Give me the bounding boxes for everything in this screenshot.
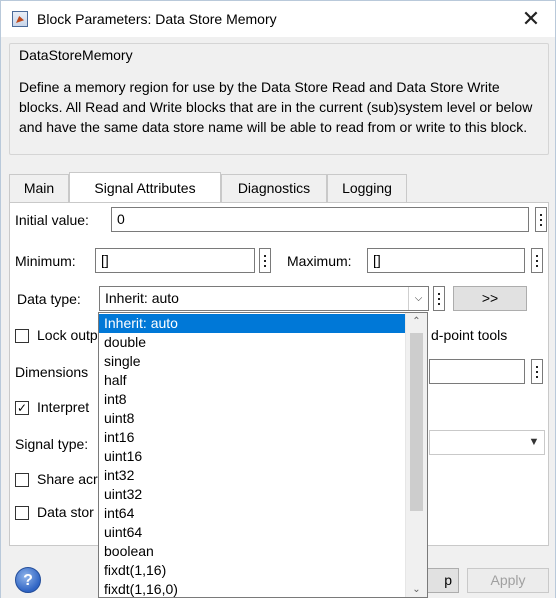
maximum-menu-icon[interactable] [531,248,543,273]
tab-main[interactable]: Main [9,174,69,202]
tab-diagnostics[interactable]: Diagnostics [221,174,327,202]
initial-value-field[interactable]: 0 [111,207,529,232]
maximum-field[interactable]: [] [367,248,525,273]
lock-output-checkbox[interactable] [15,329,29,343]
initial-value-label: Initial value: [15,212,89,228]
caret-down-icon[interactable]: ▼ [524,431,544,454]
option-uint32[interactable]: uint32 [99,485,405,504]
tab-signal-attributes[interactable]: Signal Attributes [69,172,221,202]
close-button[interactable]: ✕ [517,6,545,32]
data-type-select[interactable]: Inherit: auto ⌵ [99,286,429,311]
scroll-up-icon[interactable]: ⌃ [406,313,427,331]
block-type-title: DataStoreMemory [17,47,135,63]
dropdown-scrollbar[interactable]: ⌃ ⌄ [405,313,427,597]
option-uint8[interactable]: uint8 [99,409,405,428]
minimum-label: Minimum: [15,253,76,269]
scroll-down-icon[interactable]: ⌄ [406,581,427,597]
apply-button[interactable]: Apply [467,568,549,593]
lock-output-label: Lock outp [37,327,98,343]
minimum-field[interactable]: [] [95,248,255,273]
title-bar: Block Parameters: Data Store Memory ✕ [0,0,556,37]
option-uint16[interactable]: uint16 [99,447,405,466]
option-half[interactable]: half [99,371,405,390]
chevron-down-icon[interactable]: ⌵ [408,287,428,310]
option-double[interactable]: double [99,333,405,352]
interpret-label: Interpret [37,399,90,415]
simulink-block-icon [12,11,28,27]
share-label: Share acr [37,471,98,487]
signal-type-select[interactable]: ▼ [429,430,545,455]
option-fixdt-1-16-0[interactable]: fixdt(1,16,0) [99,580,405,597]
data-store-checkbox[interactable] [15,506,29,520]
maximum-label: Maximum: [287,253,352,269]
data-type-dropdown-list[interactable]: Inherit: auto double single half int8 ui… [98,312,428,598]
block-description: Define a memory region for use by the Da… [19,79,533,135]
data-type-menu-icon[interactable] [433,286,445,311]
dimensions-label: Dimensions [15,364,89,380]
option-int64[interactable]: int64 [99,504,405,523]
data-type-selected-value: Inherit: auto [105,290,179,306]
option-fixdt-1-16[interactable]: fixdt(1,16) [99,561,405,580]
lock-output-label-tail: d-point tools [431,327,508,343]
data-store-label: Data stor [37,504,94,520]
scrollbar-thumb[interactable] [410,333,423,511]
option-boolean[interactable]: boolean [99,542,405,561]
option-single[interactable]: single [99,352,405,371]
option-int16[interactable]: int16 [99,428,405,447]
dimensions-menu-icon[interactable] [531,359,543,384]
interpret-checkbox[interactable]: ✓ [15,401,29,415]
option-int32[interactable]: int32 [99,466,405,485]
signal-type-label: Signal type: [15,436,89,452]
tab-logging[interactable]: Logging [327,174,407,202]
help-icon[interactable]: ? [15,567,41,593]
initial-value-menu-icon[interactable] [535,207,547,232]
option-int8[interactable]: int8 [99,390,405,409]
data-type-label: Data type: [17,291,81,307]
dimensions-field[interactable] [429,359,525,384]
data-type-assistant-button[interactable]: >> [453,286,527,311]
minimum-menu-icon[interactable] [259,248,271,273]
option-uint64[interactable]: uint64 [99,523,405,542]
share-checkbox[interactable] [15,473,29,487]
window-title: Block Parameters: Data Store Memory [37,11,277,27]
option-inherit-auto[interactable]: Inherit: auto [99,314,405,333]
